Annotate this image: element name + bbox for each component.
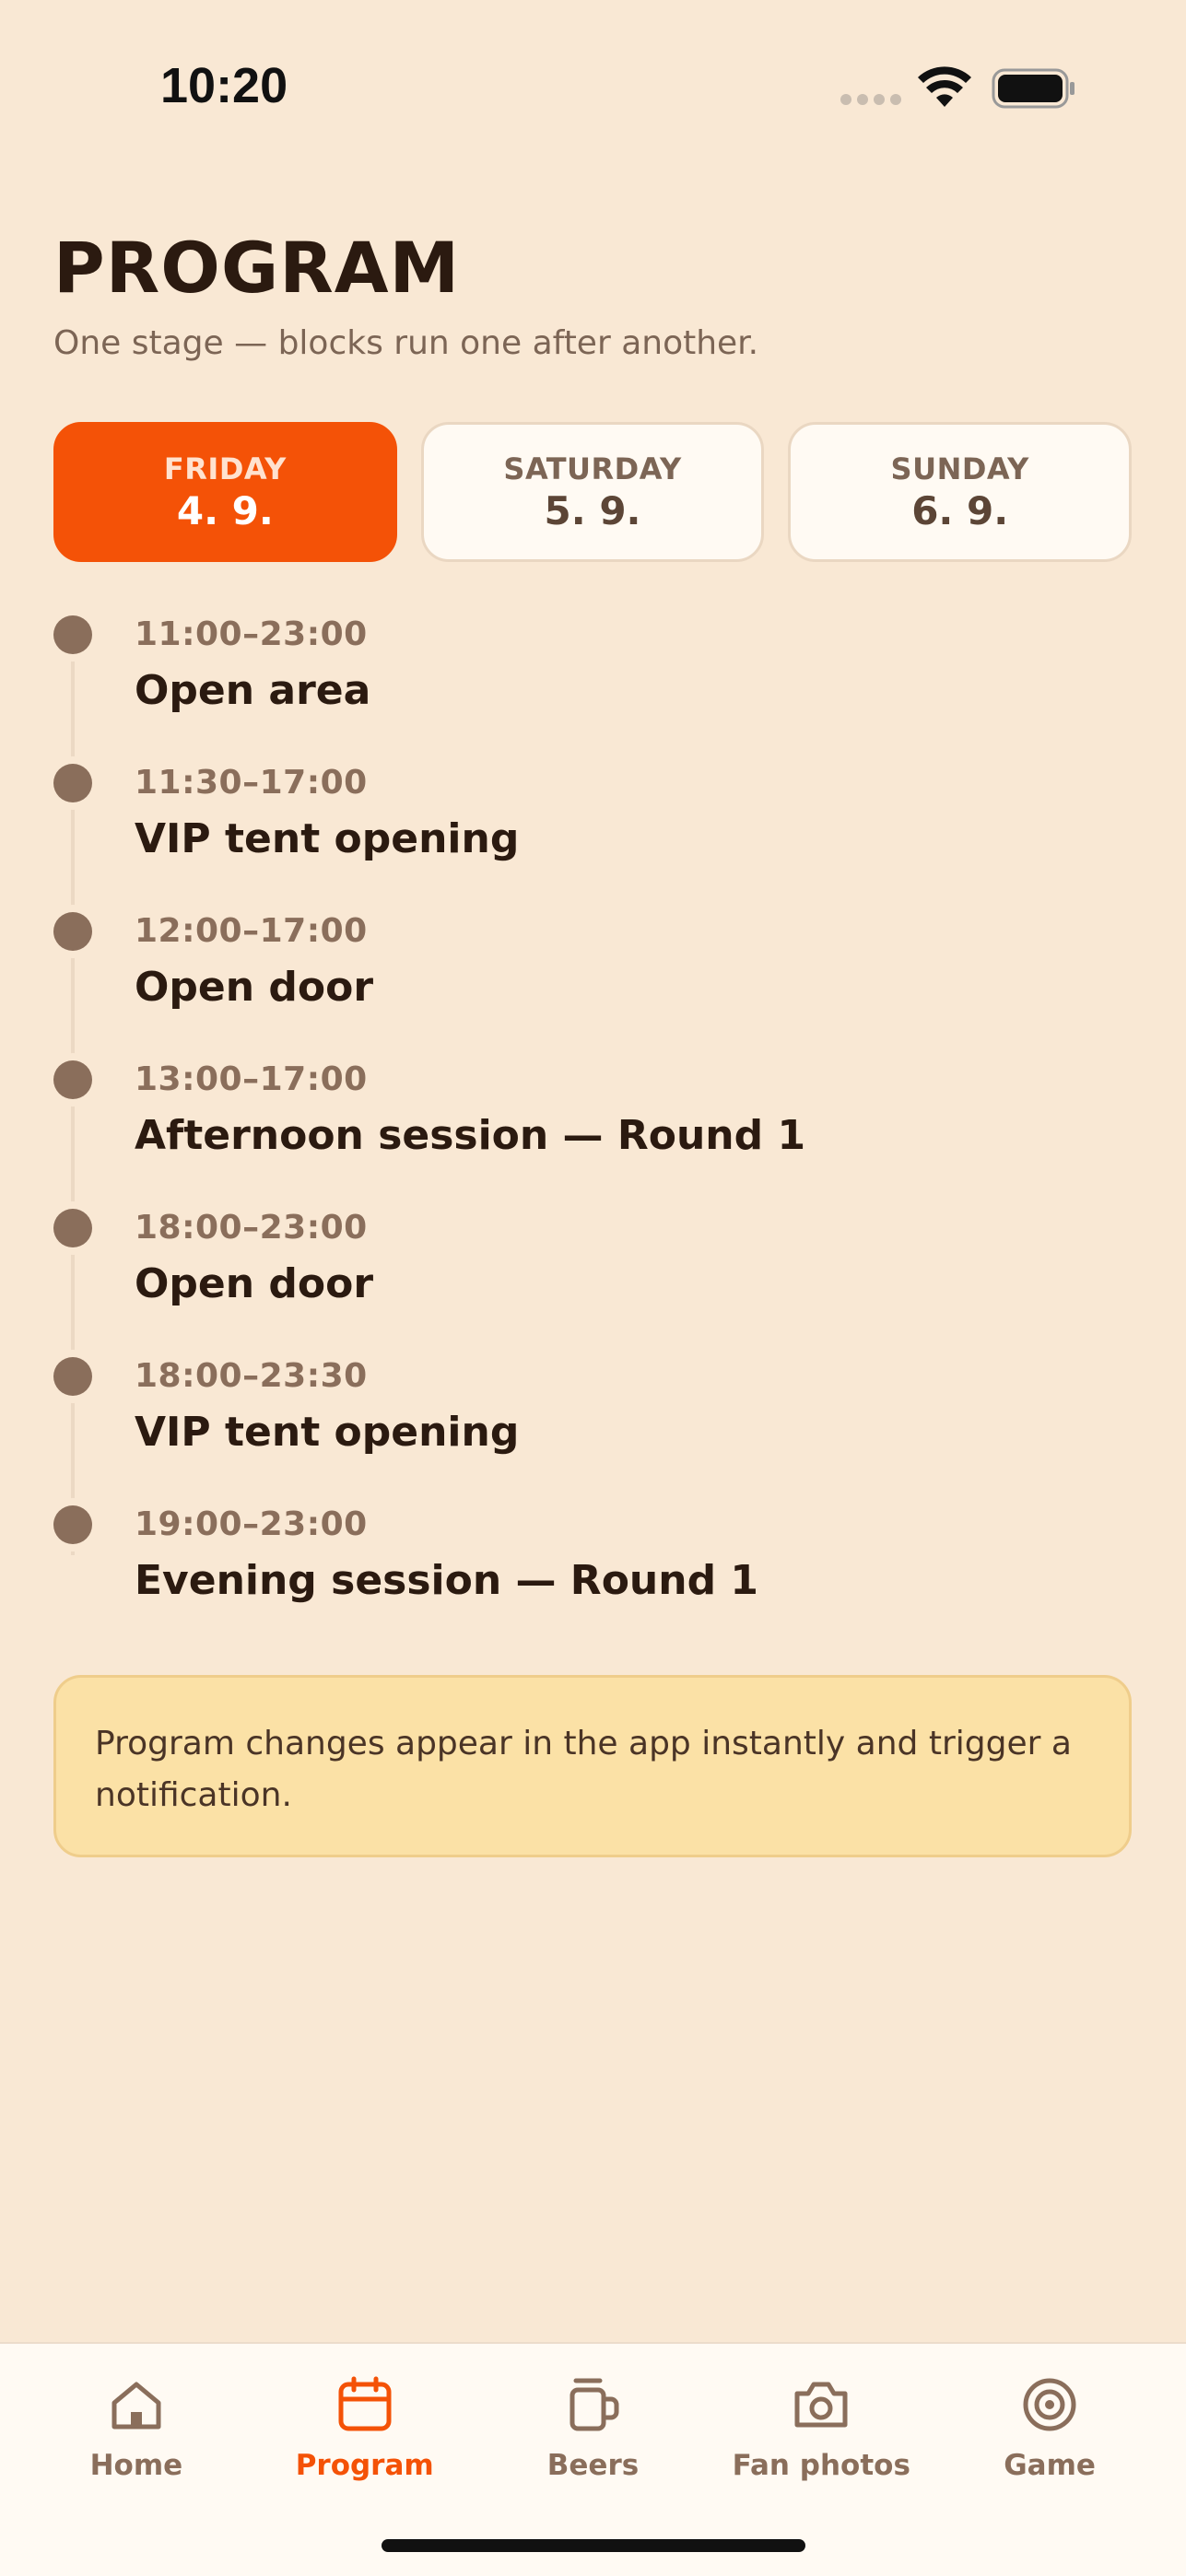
event-time: 11:30–17:00 xyxy=(135,764,368,802)
tab-friday[interactable]: FRIDAY 4. 9. xyxy=(53,422,397,562)
timeline-event: 12:00–17:00 Open door xyxy=(53,912,1132,1060)
nav-fan-photos[interactable]: Fan photos xyxy=(707,2375,935,2482)
timeline-event: 18:00–23:30 VIP tent opening xyxy=(53,1357,1132,1505)
day-name: SATURDAY xyxy=(503,451,682,486)
program-timeline: 11:00–23:00 Open area 11:30–17:00 VIP te… xyxy=(53,615,1132,1654)
day-date: 4. 9. xyxy=(176,487,274,533)
target-icon xyxy=(1023,2378,1076,2431)
wifi-icon xyxy=(918,66,971,107)
event-time: 18:00–23:30 xyxy=(135,1357,368,1395)
day-date: 6. 9. xyxy=(911,487,1009,533)
timeline-dot xyxy=(53,1505,92,1544)
event-time: 11:00–23:00 xyxy=(135,615,368,653)
timeline-dot xyxy=(53,615,92,654)
tab-saturday[interactable]: SATURDAY 5. 9. xyxy=(420,422,765,562)
timeline-dot xyxy=(53,1209,92,1247)
status-time: 10:20 xyxy=(160,58,288,113)
event-title: Open door xyxy=(135,964,374,1011)
day-date: 5. 9. xyxy=(544,487,641,533)
timeline-event: 18:00–23:00 Open door xyxy=(53,1209,1132,1357)
day-name: FRIDAY xyxy=(163,451,287,486)
status-bar: 10:20 xyxy=(0,0,1186,175)
cellular-signal-icon xyxy=(840,94,901,105)
event-time: 12:00–17:00 xyxy=(135,912,368,950)
beer-mug-icon xyxy=(570,2378,619,2431)
event-title: Evening session — Round 1 xyxy=(135,1557,758,1604)
nav-label: Home xyxy=(89,2449,183,2482)
page-subtitle: One stage — blocks run one after another… xyxy=(53,324,759,362)
day-tabs: FRIDAY 4. 9. SATURDAY 5. 9. SUNDAY 6. 9. xyxy=(53,422,1133,562)
nav-label: Program xyxy=(295,2449,434,2482)
nav-program[interactable]: Program xyxy=(251,2375,479,2482)
calendar-icon xyxy=(338,2376,392,2431)
event-time: 13:00–17:00 xyxy=(135,1060,368,1098)
nav-label: Fan photos xyxy=(732,2449,910,2482)
timeline-dot xyxy=(53,1357,92,1396)
timeline-dot xyxy=(53,1060,92,1099)
nav-game[interactable]: Game xyxy=(935,2375,1164,2482)
camera-icon xyxy=(794,2382,848,2428)
home-indicator xyxy=(382,2539,805,2552)
event-title: Afternoon session — Round 1 xyxy=(135,1112,806,1159)
page-title: PROGRAM xyxy=(53,227,461,309)
nav-label: Beers xyxy=(546,2449,640,2482)
tab-sunday[interactable]: SUNDAY 6. 9. xyxy=(788,422,1133,562)
timeline-event: 13:00–17:00 Afternoon session — Round 1 xyxy=(53,1060,1132,1209)
event-time: 19:00–23:00 xyxy=(135,1505,368,1543)
nav-beers[interactable]: Beers xyxy=(479,2375,708,2482)
home-icon xyxy=(112,2382,161,2430)
event-title: VIP tent opening xyxy=(135,815,520,862)
event-title: Open area xyxy=(135,667,371,714)
program-notice: Program changes appear in the app instan… xyxy=(53,1675,1132,1857)
timeline-dot xyxy=(53,912,92,951)
event-title: VIP tent opening xyxy=(135,1409,520,1456)
timeline-dot xyxy=(53,764,92,802)
nav-home[interactable]: Home xyxy=(22,2375,251,2482)
event-time: 18:00–23:00 xyxy=(135,1209,368,1247)
timeline-event: 11:30–17:00 VIP tent opening xyxy=(53,764,1132,912)
timeline-event: 11:00–23:00 Open area xyxy=(53,615,1132,764)
timeline-event: 19:00–23:00 Evening session — Round 1 xyxy=(53,1505,1132,1654)
day-name: SUNDAY xyxy=(890,451,1029,486)
event-title: Open door xyxy=(135,1260,374,1307)
nav-label: Game xyxy=(1004,2449,1096,2482)
battery-icon xyxy=(992,68,1074,109)
